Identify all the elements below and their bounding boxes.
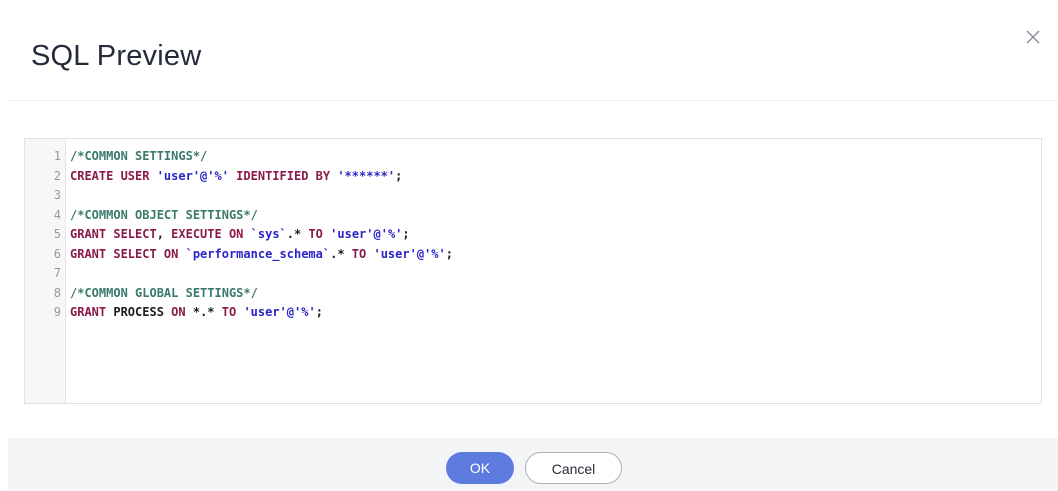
code-token: CREATE USER <box>70 168 157 183</box>
code-token: IDENTIFIED BY <box>228 168 338 183</box>
close-icon[interactable] <box>1022 26 1044 48</box>
code-token: `performance_schema` <box>185 246 331 261</box>
ok-button[interactable]: OK <box>446 452 514 484</box>
code-text: GRANT SELECT, EXECUTE ON `sys`.* TO 'use… <box>70 225 410 245</box>
line-number: 7 <box>53 266 61 280</box>
code-token: TO <box>221 305 244 319</box>
line-number: 1 <box>53 149 61 163</box>
line-number: 6 <box>53 246 61 261</box>
code-line: 3 <box>25 186 1041 206</box>
code-line: 2 CREATE USER 'user'@'%' IDENTIFIED BY '*… <box>25 167 1041 187</box>
code-token: 'user'@'%' <box>330 227 403 241</box>
code-token: 'user'@'%' <box>156 168 229 183</box>
code-text: GRANT PROCESS ON *.* TO 'user'@'%'; <box>70 303 323 323</box>
code-line: 5 GRANT SELECT, EXECUTE ON `sys`.* TO 'us… <box>25 225 1041 245</box>
header-divider <box>8 100 1058 101</box>
code-token: GRANT SELECT ON <box>70 246 186 261</box>
code-lines: 1 /*COMMON SETTINGS*/ 2 CREATE USER 'user'@… <box>25 147 1041 323</box>
code-token: 'user'@'%' <box>243 305 316 319</box>
code-token: GRANT SELECT <box>70 227 157 241</box>
code-token: ; <box>402 227 410 241</box>
code-text: /*COMMON OBJECT SETTINGS*/ <box>70 206 258 226</box>
code-line: 7 <box>25 264 1041 284</box>
code-line: 6 GRANT SELECT ON `performance_schema`.* … <box>25 245 1041 265</box>
sql-preview-dialog: SQL Preview 1 /*COMMON SETTINGS*/ 2 CREATE … <box>0 0 1058 491</box>
code-token: TO <box>308 227 331 241</box>
code-token: TO <box>351 246 374 261</box>
code-token: GRANT <box>70 305 114 319</box>
code-token: EXECUTE ON <box>171 227 251 241</box>
code-token: ; <box>395 168 403 183</box>
sql-code-editor[interactable]: 1 /*COMMON SETTINGS*/ 2 CREATE USER 'user'@… <box>24 138 1042 404</box>
line-number: 9 <box>53 305 61 319</box>
code-line: 8 /*COMMON GLOBAL SETTINGS*/ <box>25 284 1041 304</box>
code-token: /*COMMON OBJECT SETTINGS*/ <box>70 207 258 222</box>
code-line: 4 /*COMMON OBJECT SETTINGS*/ <box>25 206 1041 226</box>
code-text: /*COMMON GLOBAL SETTINGS*/ <box>70 284 258 304</box>
code-token: /*COMMON SETTINGS*/ <box>70 149 208 163</box>
code-text: /*COMMON SETTINGS*/ <box>70 147 207 167</box>
code-token: PROCESS <box>113 305 172 319</box>
code-token: ON <box>171 305 193 319</box>
code-text: GRANT SELECT ON `performance_schema`.* T… <box>70 245 453 265</box>
code-token: .* <box>286 227 309 241</box>
code-token: *.* <box>192 305 222 319</box>
code-token: `sys` <box>250 227 287 241</box>
line-number: 8 <box>53 285 61 300</box>
code-token: /*COMMON GLOBAL SETTINGS*/ <box>70 285 258 300</box>
code-line: 1 /*COMMON SETTINGS*/ <box>25 147 1041 167</box>
line-number: 4 <box>53 207 61 222</box>
code-text: CREATE USER 'user'@'%' IDENTIFIED BY '**… <box>70 167 402 187</box>
line-number: 2 <box>53 168 61 183</box>
code-line: 9 GRANT PROCESS ON *.* TO 'user'@'%'; <box>25 303 1041 323</box>
code-token: ; <box>445 246 453 261</box>
code-token: .* <box>330 246 352 261</box>
code-token: , <box>156 227 172 241</box>
code-token: '******' <box>337 168 396 183</box>
line-number: 5 <box>53 227 61 241</box>
code-token: 'user'@'%' <box>373 246 446 261</box>
code-token: ; <box>315 305 323 319</box>
cancel-button[interactable]: Cancel <box>525 452 622 484</box>
dialog-title: SQL Preview <box>31 40 202 72</box>
line-number: 3 <box>53 188 61 202</box>
